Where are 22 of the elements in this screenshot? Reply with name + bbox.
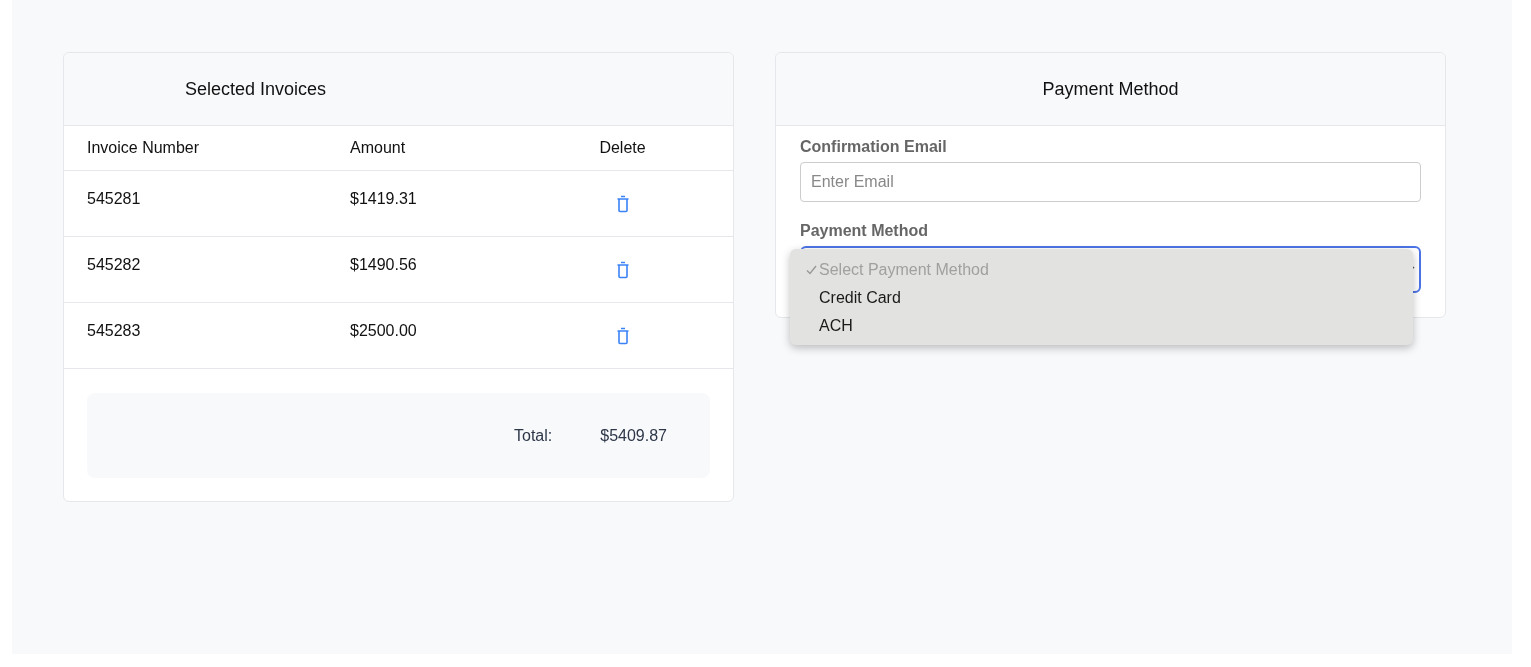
- column-header: Delete: [598, 139, 647, 157]
- column-header: Amount: [350, 139, 407, 157]
- dropdown-option: Select Payment Method: [819, 261, 989, 279]
- column-header: Invoice Number: [86, 139, 201, 157]
- table-cell-text: $2500.00: [350, 321, 418, 340]
- card-title: Payment Method: [1042, 78, 1179, 100]
- table-cell-text: 545281: [86, 189, 142, 208]
- delete-icon[interactable]: [615, 260, 630, 279]
- email-field[interactable]: Enter Email: [800, 162, 1421, 202]
- table-cell-text: 545283: [86, 321, 142, 340]
- table-cell-text: 545282: [86, 255, 142, 274]
- field-label: Confirmation Email: [800, 138, 948, 156]
- card-title: Selected Invoices: [185, 78, 327, 100]
- total-value: $5409.87: [600, 426, 667, 445]
- delete-icon[interactable]: [615, 326, 630, 345]
- delete-icon[interactable]: [615, 194, 630, 213]
- dropdown-option[interactable]: ACH: [819, 317, 853, 335]
- total-label: Total:: [514, 426, 553, 445]
- table-cell-text: $1419.31: [350, 189, 418, 208]
- table-cell-text: $1490.56: [350, 255, 418, 274]
- field-label: Payment Method: [800, 222, 929, 240]
- dropdown-option[interactable]: Credit Card: [819, 289, 901, 307]
